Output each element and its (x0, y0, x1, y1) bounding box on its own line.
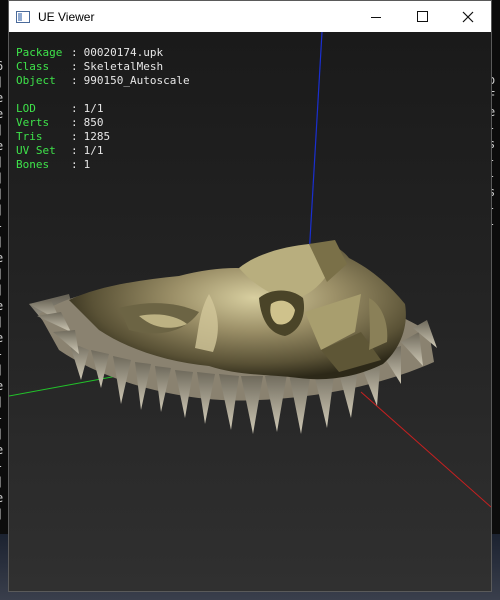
info-separator: : (71, 116, 78, 129)
mesh-info-overlay: Package:00020174.upk Class: SkeletalMesh Ob… (16, 46, 190, 172)
close-icon (462, 11, 474, 22)
info-key: Bones (16, 158, 50, 171)
info-value: 1 (83, 158, 91, 171)
console-char: ] (0, 362, 8, 378)
info-separator: : (71, 158, 78, 171)
close-button[interactable] (445, 1, 491, 32)
console-char: ] (0, 74, 8, 90)
console-char: - (492, 216, 500, 232)
info-separator: : (71, 46, 78, 59)
mesh-stat-row: UV Set:1/1 (16, 144, 190, 158)
console-char: ] (0, 314, 8, 330)
console-char: 6 (0, 58, 8, 74)
console-char: e (0, 138, 8, 154)
info-key: UV Set (16, 144, 56, 157)
console-char: e (0, 106, 8, 122)
console-char: e (0, 90, 8, 106)
console-char: ] (0, 426, 8, 442)
background-console-right: oFe-s--s-- (492, 0, 500, 600)
info-separator: : (71, 74, 78, 87)
info-key: Object (16, 74, 56, 87)
info-key: Class (16, 60, 50, 73)
console-char: ] (0, 474, 8, 490)
console-char: - (492, 152, 500, 168)
console-char: e (0, 298, 8, 314)
info-key: Tris (16, 130, 43, 143)
console-char: - (0, 218, 8, 234)
console-char: e (0, 442, 8, 458)
object-info-row: Package:00020174.upk (16, 46, 190, 60)
maximize-button[interactable] (399, 1, 445, 32)
console-char: s (492, 184, 500, 200)
info-key: LOD (16, 102, 36, 115)
console-char: ] (0, 266, 8, 282)
mesh-stat-row: Bones:1 (16, 158, 190, 172)
console-char: ] (0, 394, 8, 410)
console-char: ] (0, 282, 8, 298)
console-char: ] (0, 170, 8, 186)
console-char: o (492, 72, 500, 88)
z-axis-line (308, 32, 323, 258)
ue-viewer-window: UE Viewer Package: 00020174.upk Class:… (8, 0, 492, 592)
console-char: e (0, 330, 8, 346)
console-char: ] (0, 186, 8, 202)
object-info-row: Object:990150_Autoscale (16, 74, 190, 88)
info-value: 990150_Autoscale (83, 74, 190, 87)
background-console-left: 6]ee]e]]]]-]e]]e]e-]e]-]e-]e] (0, 0, 8, 600)
console-char: - (492, 120, 500, 136)
console-char: e (492, 104, 500, 120)
console-char: ] (0, 506, 8, 522)
console-char: - (0, 346, 8, 362)
title-bar[interactable]: UE Viewer (9, 1, 491, 33)
info-value: 1/1 (83, 144, 104, 157)
info-value: 1/1 (83, 102, 104, 115)
info-key: Verts (16, 116, 50, 129)
console-char: - (0, 410, 8, 426)
info-separator: : (71, 102, 78, 115)
minimize-icon (371, 17, 381, 18)
console-char: e (0, 250, 8, 266)
console-char: - (492, 168, 500, 184)
console-char: s (492, 136, 500, 152)
app-window-icon (16, 10, 30, 23)
console-char: ] (0, 234, 8, 250)
x-axis-line (360, 391, 491, 508)
mesh-stat-row: Tris:1285 (16, 130, 190, 144)
mesh-stat-row: LOD:1/1 (16, 102, 190, 116)
info-separator: : (71, 130, 78, 143)
console-char: - (492, 200, 500, 216)
console-char: ] (0, 154, 8, 170)
info-value: SkeletalMesh (83, 60, 164, 73)
info-value: 850 (83, 116, 104, 129)
console-char: - (0, 458, 8, 474)
info-value: 00020174.upk (83, 46, 164, 59)
minimize-button[interactable] (353, 1, 399, 32)
info-separator: : (71, 144, 78, 157)
console-char: ] (0, 202, 8, 218)
object-info-row: Class: SkeletalMesh (16, 60, 190, 74)
console-char: e (0, 490, 8, 506)
mesh-stats-block: LOD:1/1 Verts:850 Tris:1285 UV Set:1/1 Bones… (16, 102, 190, 172)
object-info-block: Package:00020174.upk Class: SkeletalMesh Ob… (16, 46, 190, 88)
maximize-icon (416, 11, 428, 22)
info-value: 1285 (83, 130, 111, 143)
info-separator: : (71, 60, 78, 73)
3d-viewport[interactable]: Package:00020174.upk Class: SkeletalMesh Ob… (9, 32, 491, 591)
window-title: UE Viewer (38, 9, 95, 24)
console-char: e (0, 378, 8, 394)
console-char: ] (0, 122, 8, 138)
info-key: Package (16, 46, 63, 59)
mesh-stat-row: Verts:850 (16, 116, 190, 130)
console-char: F (492, 88, 500, 104)
